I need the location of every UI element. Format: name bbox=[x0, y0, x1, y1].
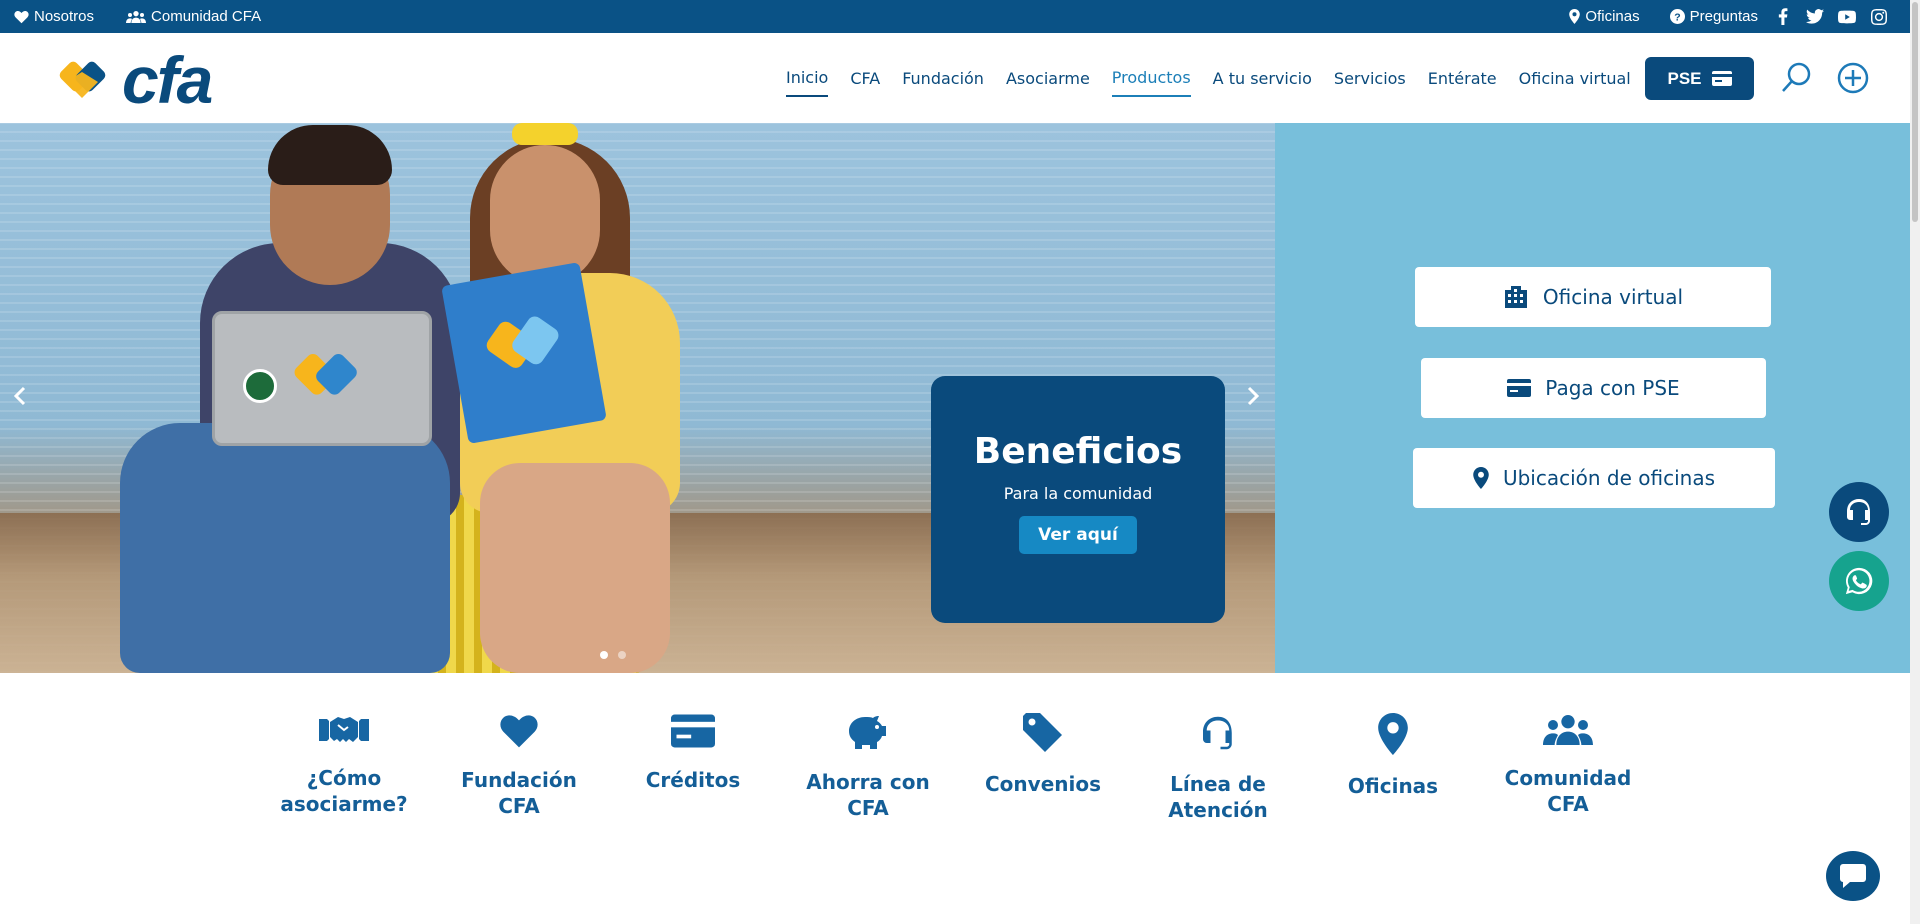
credit-card-icon bbox=[1711, 71, 1732, 86]
youtube-icon[interactable] bbox=[1838, 8, 1856, 26]
nav-enterate[interactable]: Entérate bbox=[1428, 61, 1497, 96]
oficina-virtual-label: Oficina virtual bbox=[1542, 285, 1684, 309]
quick-link-label: Créditos bbox=[645, 768, 741, 792]
topbar-link-comunidad[interactable]: Comunidad CFA bbox=[126, 8, 261, 25]
quick-link-label: Convenios bbox=[985, 772, 1101, 796]
whatsapp-button[interactable] bbox=[1829, 551, 1889, 611]
nav-productos[interactable]: Productos bbox=[1111, 60, 1191, 97]
hero-card-title: Beneficios bbox=[973, 431, 1183, 472]
handshake-icon bbox=[319, 717, 369, 742]
hero-book-image bbox=[441, 262, 607, 444]
quick-link-convenios[interactable]: Convenios bbox=[963, 713, 1123, 797]
topbar-preguntas-label: Preguntas bbox=[1689, 8, 1758, 25]
plus-circle-icon[interactable] bbox=[1836, 61, 1870, 95]
map-pin-icon bbox=[1473, 467, 1489, 489]
top-bar: Nosotros Comunidad CFA Oficinas ? Pregun… bbox=[0, 0, 1910, 33]
quick-link-label: Ahorra con CFA bbox=[806, 770, 930, 820]
main-nav: Inicio CFA Fundación Asociarme Productos… bbox=[786, 33, 1653, 123]
pse-button[interactable]: PSE bbox=[1645, 57, 1754, 100]
pse-button-label: PSE bbox=[1667, 68, 1702, 88]
hero-boy-hair bbox=[268, 125, 392, 185]
hero-laptop-image bbox=[212, 311, 432, 446]
carousel-next-arrow-icon[interactable] bbox=[1240, 383, 1266, 409]
chat-bubble-icon bbox=[1840, 864, 1866, 888]
nav-fundacion[interactable]: Fundación bbox=[902, 61, 984, 96]
quick-link-ahorra-con-cfa[interactable]: Ahorra con CFA bbox=[788, 713, 948, 821]
topbar-link-preguntas[interactable]: ? Preguntas bbox=[1669, 8, 1758, 25]
map-pin-icon bbox=[1378, 713, 1408, 755]
quick-link-fundacion-cfa[interactable]: Fundación CFA bbox=[439, 713, 599, 819]
hero-card-subtitle: Para la comunidad bbox=[1003, 484, 1153, 503]
instagram-icon[interactable] bbox=[1870, 8, 1888, 26]
quick-link-label: ¿Cómo asociarme? bbox=[280, 766, 408, 816]
piggy-bank-icon bbox=[849, 716, 886, 749]
building-icon bbox=[1504, 286, 1527, 308]
users-icon bbox=[1543, 715, 1593, 745]
quick-link-comunidad-cfa[interactable]: Comunidad CFA bbox=[1488, 713, 1648, 817]
nav-servicios[interactable]: Servicios bbox=[1334, 61, 1406, 96]
chat-button[interactable] bbox=[1826, 851, 1880, 901]
heart-icon bbox=[14, 10, 29, 23]
twitter-icon[interactable] bbox=[1806, 8, 1824, 26]
svg-text:?: ? bbox=[1674, 11, 1680, 23]
quick-link-label: Fundación CFA bbox=[461, 768, 577, 818]
social-links bbox=[1774, 8, 1888, 26]
users-icon bbox=[126, 10, 147, 23]
logo-text: cfa bbox=[122, 43, 213, 117]
quick-links-section: ¿Cómo asociarme? Fundación CFA Créditos … bbox=[0, 673, 1910, 924]
question-circle-icon: ? bbox=[1669, 9, 1685, 24]
quick-access-panel: Oficina virtual Paga con PSE Ubicación d… bbox=[1275, 123, 1911, 673]
ubicacion-oficinas-label: Ubicación de oficinas bbox=[1502, 466, 1716, 490]
support-agent-button[interactable] bbox=[1829, 482, 1889, 542]
nav-inicio[interactable]: Inicio bbox=[786, 60, 829, 97]
hero-girl-bow bbox=[512, 123, 578, 145]
headset-icon bbox=[1847, 499, 1870, 525]
quick-link-label: Línea de Atención bbox=[1168, 772, 1268, 822]
quick-link-label: Comunidad CFA bbox=[1504, 766, 1632, 816]
nav-oficina-virtual[interactable]: Oficina virtual bbox=[1519, 61, 1631, 96]
nav-asociarme[interactable]: Asociarme bbox=[1006, 61, 1090, 96]
hero-carousel: Beneficios Para la comunidad Ver aquí bbox=[0, 123, 1275, 673]
facebook-icon[interactable] bbox=[1774, 8, 1792, 26]
hero-girl-head bbox=[490, 145, 600, 285]
cfa-logo[interactable]: cfa bbox=[56, 43, 213, 117]
nav-cfa[interactable]: CFA bbox=[850, 61, 880, 96]
topbar-link-nosotros[interactable]: Nosotros bbox=[14, 8, 94, 25]
topbar-oficinas-label: Oficinas bbox=[1585, 8, 1640, 25]
paga-con-pse-button[interactable]: Paga con PSE bbox=[1421, 358, 1766, 418]
credit-card-icon bbox=[671, 714, 715, 748]
quick-link-linea-de-atencion[interactable]: Línea de Atención bbox=[1138, 713, 1298, 823]
paga-con-pse-label: Paga con PSE bbox=[1545, 376, 1680, 400]
carousel-prev-arrow-icon[interactable] bbox=[7, 383, 33, 409]
quick-link-label: Oficinas bbox=[1347, 774, 1439, 798]
heart-icon bbox=[500, 715, 538, 748]
cfa-logo-mark-icon bbox=[59, 61, 106, 98]
topbar-comunidad-label: Comunidad CFA bbox=[151, 8, 262, 25]
carousel-dots bbox=[600, 651, 626, 659]
quick-link-oficinas[interactable]: Oficinas bbox=[1313, 713, 1473, 799]
credit-card-icon bbox=[1507, 379, 1532, 397]
search-icon[interactable] bbox=[1780, 61, 1814, 95]
quick-link-como-asociarme[interactable]: ¿Cómo asociarme? bbox=[264, 713, 424, 817]
hero-promo-card: Beneficios Para la comunidad Ver aquí bbox=[931, 376, 1225, 623]
oficina-virtual-button[interactable]: Oficina virtual bbox=[1415, 267, 1771, 327]
quick-link-creditos[interactable]: Créditos bbox=[613, 713, 773, 793]
map-pin-icon bbox=[1569, 9, 1581, 24]
carousel-dot[interactable] bbox=[600, 651, 608, 659]
tag-icon bbox=[1023, 713, 1062, 752]
whatsapp-icon bbox=[1845, 567, 1873, 595]
hero-girl-legs bbox=[480, 463, 670, 673]
headset-icon bbox=[1203, 716, 1232, 750]
page-scrollbar-thumb[interactable] bbox=[1912, 2, 1918, 222]
carousel-dot[interactable] bbox=[618, 651, 626, 659]
ubicacion-oficinas-button[interactable]: Ubicación de oficinas bbox=[1413, 448, 1775, 508]
main-header: cfa Inicio CFA Fundación Asociarme Produ… bbox=[0, 33, 1910, 123]
nav-a-tu-servicio[interactable]: A tu servicio bbox=[1213, 61, 1312, 96]
hero-boy-legs bbox=[120, 423, 450, 673]
topbar-nosotros-label: Nosotros bbox=[34, 8, 95, 25]
topbar-link-oficinas[interactable]: Oficinas bbox=[1569, 8, 1640, 25]
ver-aqui-button[interactable]: Ver aquí bbox=[1019, 516, 1137, 554]
